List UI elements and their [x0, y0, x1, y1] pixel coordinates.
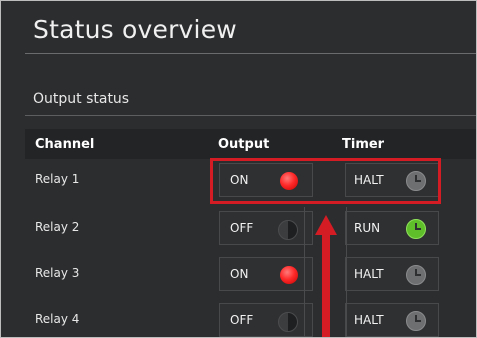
- channel-label: Relay 4: [35, 312, 80, 326]
- timer-state: HALT: [354, 267, 384, 281]
- timer-state: HALT: [354, 313, 384, 327]
- led-off-icon: [278, 312, 298, 332]
- timer-state: RUN: [354, 221, 381, 235]
- output-toggle[interactable]: ON: [219, 257, 313, 291]
- output-state: ON: [230, 267, 249, 281]
- column-divider: [304, 207, 305, 337]
- table-row: Relay 2 OFF RUN: [25, 207, 476, 249]
- timer-control[interactable]: HALT: [345, 303, 439, 337]
- column-divider: [346, 207, 347, 337]
- column-header-output: Output: [218, 137, 270, 152]
- timer-control[interactable]: RUN: [345, 211, 439, 245]
- clock-green-icon: [406, 219, 426, 239]
- output-toggle[interactable]: OFF: [219, 303, 313, 337]
- page-title: Status overview: [33, 15, 237, 44]
- timer-control[interactable]: HALT: [345, 257, 439, 291]
- led-off-icon: [278, 220, 298, 240]
- channel-label: Relay 3: [35, 266, 80, 280]
- table-row: Relay 4 OFF HALT: [25, 299, 476, 337]
- channel-label: Relay 1: [35, 172, 80, 186]
- column-header-timer: Timer: [342, 137, 385, 152]
- table-row: Relay 3 ON HALT: [25, 253, 476, 295]
- output-state: OFF: [230, 313, 254, 327]
- table-header: Channel Output Timer: [25, 129, 476, 159]
- section-title: Output status: [33, 91, 130, 107]
- led-on-icon: [280, 266, 298, 284]
- output-state: OFF: [230, 221, 254, 235]
- arrow-up-icon: [315, 215, 337, 235]
- arrow-shaft: [322, 233, 330, 337]
- highlight-annotation-box: [210, 158, 441, 204]
- clock-gray-icon: [406, 311, 426, 331]
- title-divider: [25, 53, 476, 54]
- status-overview-panel: Status overview Output status Channel Ou…: [0, 0, 477, 338]
- clock-gray-icon: [406, 265, 426, 285]
- column-header-channel: Channel: [35, 137, 95, 152]
- channel-label: Relay 2: [35, 220, 80, 234]
- output-toggle[interactable]: OFF: [219, 211, 313, 245]
- section-divider: [25, 115, 476, 116]
